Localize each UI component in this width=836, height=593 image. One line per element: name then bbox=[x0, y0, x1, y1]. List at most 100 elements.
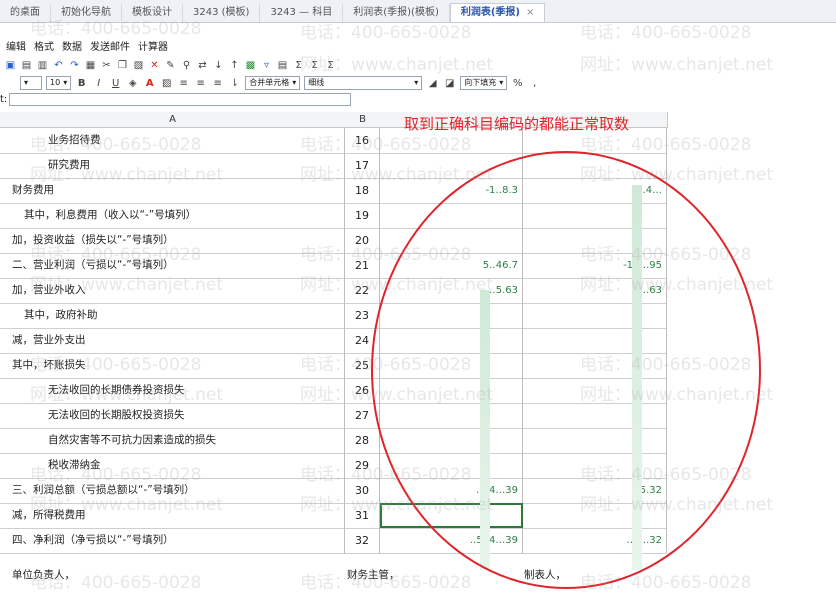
font-color-icon[interactable]: A bbox=[143, 77, 156, 90]
row-label-cell[interactable]: 二、营业利润（亏损以“-”号填列） bbox=[0, 253, 345, 278]
row-number-cell[interactable]: 30 bbox=[345, 478, 380, 503]
line-select[interactable]: 细线 ▾ bbox=[304, 76, 423, 90]
replace-icon[interactable]: ⇄ bbox=[196, 59, 209, 72]
align-center-icon[interactable]: ≡ bbox=[194, 77, 207, 90]
delete-icon[interactable]: ✕ bbox=[148, 59, 161, 72]
copy-icon[interactable]: ❐ bbox=[116, 59, 129, 72]
annotation-ellipse bbox=[371, 151, 761, 589]
tab-bar: 的桌面 初始化导航 模板设计 3243 (模板) 3243 — 科目 利润表(季… bbox=[0, 0, 836, 23]
fill-color-icon[interactable]: ◈ bbox=[126, 77, 139, 90]
row-label-cell[interactable]: 其中，坏账损失 bbox=[0, 353, 345, 378]
formula-label: t: bbox=[0, 93, 8, 105]
row-number-cell[interactable]: 19 bbox=[345, 203, 380, 228]
percent-icon[interactable]: % bbox=[511, 77, 524, 90]
wrap-icon[interactable]: ⇂ bbox=[228, 77, 241, 90]
preview-icon[interactable]: ▤ bbox=[20, 59, 33, 72]
align-right-icon[interactable]: ≡ bbox=[211, 77, 224, 90]
line-color-icon[interactable]: ◢ bbox=[426, 77, 439, 90]
merge-select-value: 合并单元格 bbox=[249, 78, 290, 87]
row-number-cell[interactable]: 32 bbox=[345, 528, 380, 553]
row-label-cell[interactable]: 财务费用 bbox=[0, 178, 345, 203]
row-label-cell[interactable]: 其中，利息费用（收入以“-”号填列） bbox=[0, 203, 345, 228]
row-label-cell[interactable]: 三、利润总额（亏损总额以“-”号填列） bbox=[0, 478, 345, 503]
find-icon[interactable]: ⚲ bbox=[180, 59, 193, 72]
formula-bar: t: bbox=[0, 92, 352, 106]
paste-icon[interactable]: ▧ bbox=[132, 59, 145, 72]
row-label-cell[interactable]: 减，营业外支出 bbox=[0, 328, 345, 353]
filter-icon[interactable]: ▿ bbox=[260, 59, 273, 72]
table-icon[interactable]: ▤ bbox=[276, 59, 289, 72]
eraser-icon[interactable]: ◪ bbox=[443, 77, 456, 90]
row-label-cell[interactable]: 研究费用 bbox=[0, 153, 345, 178]
menu-send-mail[interactable]: 发送邮件 bbox=[90, 38, 130, 54]
toolbar: ▣ ▤ ▥ ↶ ↷ ▦ ✂ ❐ ▧ ✕ ✎ ⚲ ⇄ ↓ ↑ ▩ ▿ ▤ Σ Σ … bbox=[0, 56, 836, 74]
menu-data[interactable]: 数据 bbox=[62, 38, 82, 54]
tab-3243-template[interactable]: 3243 (模板) bbox=[183, 4, 261, 22]
row-label-cell[interactable]: 减，所得税费用 bbox=[0, 503, 345, 528]
row-label-cell[interactable]: 四、净利润（净亏损以“-”号填列） bbox=[0, 528, 345, 553]
merge-select[interactable]: 合并单元格 ▾ bbox=[245, 76, 301, 90]
font-size-value: 10 bbox=[50, 78, 61, 87]
sum-all-icon[interactable]: Σ bbox=[308, 59, 321, 72]
tab-init-guide[interactable]: 初始化导航 bbox=[51, 4, 122, 22]
format-toolbar: ▾ 10 ▾ B I U ◈ A ▨ ≡ ≡ ≡ ⇂ 合并单元格 ▾ 细线 ▾ ◢… bbox=[0, 74, 541, 92]
sort-desc-icon[interactable]: ↑ bbox=[228, 59, 241, 72]
row-number-cell[interactable]: 22 bbox=[345, 278, 380, 303]
formula-input[interactable] bbox=[9, 92, 352, 106]
chart-icon[interactable]: ▩ bbox=[244, 59, 257, 72]
column-header-a[interactable]: A bbox=[0, 112, 346, 128]
row-number-cell[interactable]: 18 bbox=[345, 178, 380, 203]
menu-calculator[interactable]: 计算器 bbox=[138, 38, 168, 54]
close-icon[interactable]: × bbox=[526, 7, 534, 18]
print-icon[interactable]: ▥ bbox=[36, 59, 49, 72]
italic-icon[interactable]: I bbox=[92, 77, 105, 90]
row-label-cell[interactable]: 自然灾害等不可抗力因素造成的损失 bbox=[0, 428, 345, 453]
open-icon[interactable]: ▣ bbox=[4, 59, 17, 72]
row-number-cell[interactable]: 21 bbox=[345, 253, 380, 278]
comma-icon[interactable]: , bbox=[528, 77, 541, 90]
row-label-cell[interactable]: 加，营业外收入 bbox=[0, 278, 345, 303]
undo-icon[interactable]: ↶ bbox=[52, 59, 65, 72]
row-number-cell[interactable]: 20 bbox=[345, 228, 380, 253]
tab-3243-account[interactable]: 3243 — 科目 bbox=[260, 4, 344, 22]
tab-template-design[interactable]: 模板设计 bbox=[122, 4, 183, 22]
annotation-text: 取到正确科目编码的都能正常取数 bbox=[404, 115, 630, 133]
sum-icon[interactable]: Σ bbox=[292, 59, 305, 72]
tab-profit-template[interactable]: 利润表(季报)(模板) bbox=[343, 4, 450, 22]
row-number-cell[interactable]: 31 bbox=[345, 503, 380, 528]
row-label-cell[interactable]: 无法收回的长期债券投资损失 bbox=[0, 378, 345, 403]
row-label-cell[interactable]: 业务招待费 bbox=[0, 128, 345, 153]
sum-sub-icon[interactable]: Σ bbox=[324, 59, 337, 72]
redo-icon[interactable]: ↷ bbox=[68, 59, 81, 72]
tab-profit-quarterly-label: 利润表(季报) bbox=[460, 7, 520, 18]
font-name-select[interactable]: ▾ bbox=[20, 76, 42, 90]
row-label-cell[interactable]: 加，投资收益（损失以“-”号填列） bbox=[0, 228, 345, 253]
row-number-cell[interactable]: 29 bbox=[345, 453, 380, 478]
row-number-cell[interactable]: 17 bbox=[345, 153, 380, 178]
row-label-cell[interactable]: 税收滞纳金 bbox=[0, 453, 345, 478]
border-icon[interactable]: ▨ bbox=[160, 77, 173, 90]
sort-asc-icon[interactable]: ↓ bbox=[212, 59, 225, 72]
tab-profit-quarterly[interactable]: 利润表(季报) × bbox=[449, 3, 546, 22]
row-number-cell[interactable]: 28 bbox=[345, 428, 380, 453]
fill-select-value: 向下填充 bbox=[464, 78, 497, 87]
row-label-cell[interactable]: 无法收回的长期股权投资损失 bbox=[0, 403, 345, 428]
menu-bar: 编辑 格式 数据 发送邮件 计算器 bbox=[0, 38, 168, 54]
cut-icon[interactable]: ✂ bbox=[100, 59, 113, 72]
row-number-cell[interactable]: 16 bbox=[345, 128, 380, 153]
font-size-select[interactable]: 10 ▾ bbox=[46, 76, 72, 90]
underline-icon[interactable]: U bbox=[109, 77, 122, 90]
line-select-value: 细线 bbox=[308, 78, 325, 87]
align-left-icon[interactable]: ≡ bbox=[177, 77, 190, 90]
row-label-cell[interactable]: 其中，政府补助 bbox=[0, 303, 345, 328]
save-icon[interactable]: ▦ bbox=[84, 59, 97, 72]
column-header-b[interactable]: B bbox=[345, 112, 381, 128]
footer-finance-head: 财务主管， bbox=[347, 569, 400, 581]
footer-unit-head: 单位负责人， bbox=[12, 569, 75, 581]
menu-format[interactable]: 格式 bbox=[34, 38, 54, 54]
tab-desktop[interactable]: 的桌面 bbox=[0, 4, 51, 22]
bold-icon[interactable]: B bbox=[75, 77, 88, 90]
format-painter-icon[interactable]: ✎ bbox=[164, 59, 177, 72]
fill-select[interactable]: 向下填充 ▾ bbox=[460, 76, 508, 90]
menu-edit[interactable]: 编辑 bbox=[6, 38, 26, 54]
